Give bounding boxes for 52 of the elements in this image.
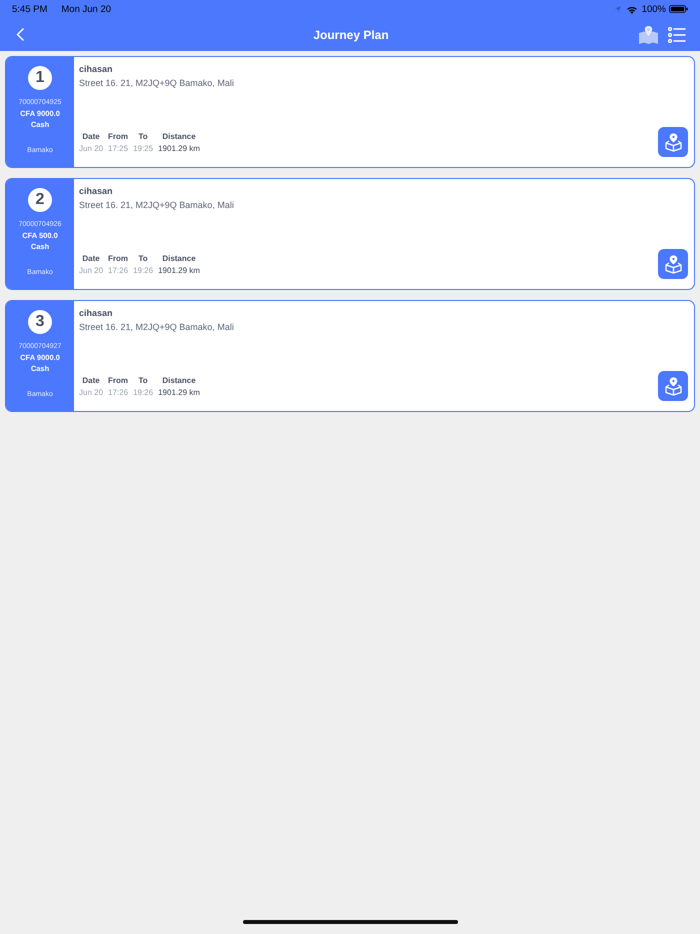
- field-value: Jun 20: [79, 144, 104, 154]
- field-label: Date: [82, 132, 100, 142]
- status-time: 5:45 PM: [12, 4, 48, 14]
- field-label: Distance: [162, 254, 196, 264]
- customer-name: cihasan: [79, 307, 114, 319]
- box-pin-icon: [664, 376, 682, 396]
- box-pin-icon: [664, 254, 682, 274]
- field-label: To: [138, 376, 148, 386]
- map-view-button[interactable]: [639, 26, 658, 44]
- battery-icon: [669, 5, 688, 13]
- field-value: 1901.29 km: [158, 144, 200, 154]
- route-button[interactable]: [658, 127, 688, 157]
- field-label: From: [108, 376, 128, 386]
- field-value: 19:26: [133, 266, 154, 276]
- field-label: Date: [82, 376, 100, 386]
- customer-address: Street 16. 21, M2JQ+9Q Bamako, Mali: [79, 77, 235, 89]
- field-value: 1901.29 km: [158, 388, 200, 398]
- box-pin-icon: [664, 132, 682, 152]
- field-value: 17:26: [108, 266, 128, 276]
- stop-number: 3: [28, 310, 52, 334]
- list-view-button[interactable]: [668, 26, 686, 42]
- field-label: Distance: [162, 132, 196, 142]
- location-arrow-icon: [614, 6, 621, 12]
- field-label: From: [108, 132, 128, 142]
- stop-number: 1: [28, 66, 52, 90]
- field-value: Jun 20: [79, 266, 104, 276]
- screen-title: Journey Plan: [312, 28, 390, 42]
- stop-number: 2: [28, 188, 52, 212]
- wifi-icon: [626, 4, 638, 14]
- map-pin-icon: [639, 26, 658, 44]
- field-value: 19:26: [133, 388, 154, 398]
- field-label: To: [138, 254, 148, 264]
- status-date: Mon Jun 20: [61, 4, 112, 14]
- field-value: 17:25: [108, 144, 128, 154]
- customer-address: Street 16. 21, M2JQ+9Q Bamako, Mali: [79, 321, 235, 333]
- field-label: Date: [82, 254, 100, 264]
- field-value: 17:26: [108, 388, 128, 398]
- field-value: 1901.29 km: [158, 266, 200, 276]
- back-button[interactable]: [16, 28, 24, 41]
- field-label: Distance: [162, 376, 196, 386]
- route-button[interactable]: [658, 371, 688, 401]
- list-icon: [668, 26, 686, 42]
- customer-address: Street 16. 21, M2JQ+9Q Bamako, Mali: [79, 199, 235, 211]
- route-button[interactable]: [658, 249, 688, 279]
- field-value: Jun 20: [79, 388, 104, 398]
- chevron-left-icon: [16, 28, 24, 41]
- field-value: 19:25: [133, 144, 154, 154]
- field-label: To: [138, 132, 148, 142]
- battery-percent: 100%: [642, 4, 666, 14]
- customer-name: cihasan: [79, 185, 114, 197]
- field-label: From: [108, 254, 128, 264]
- customer-name: cihasan: [79, 63, 114, 75]
